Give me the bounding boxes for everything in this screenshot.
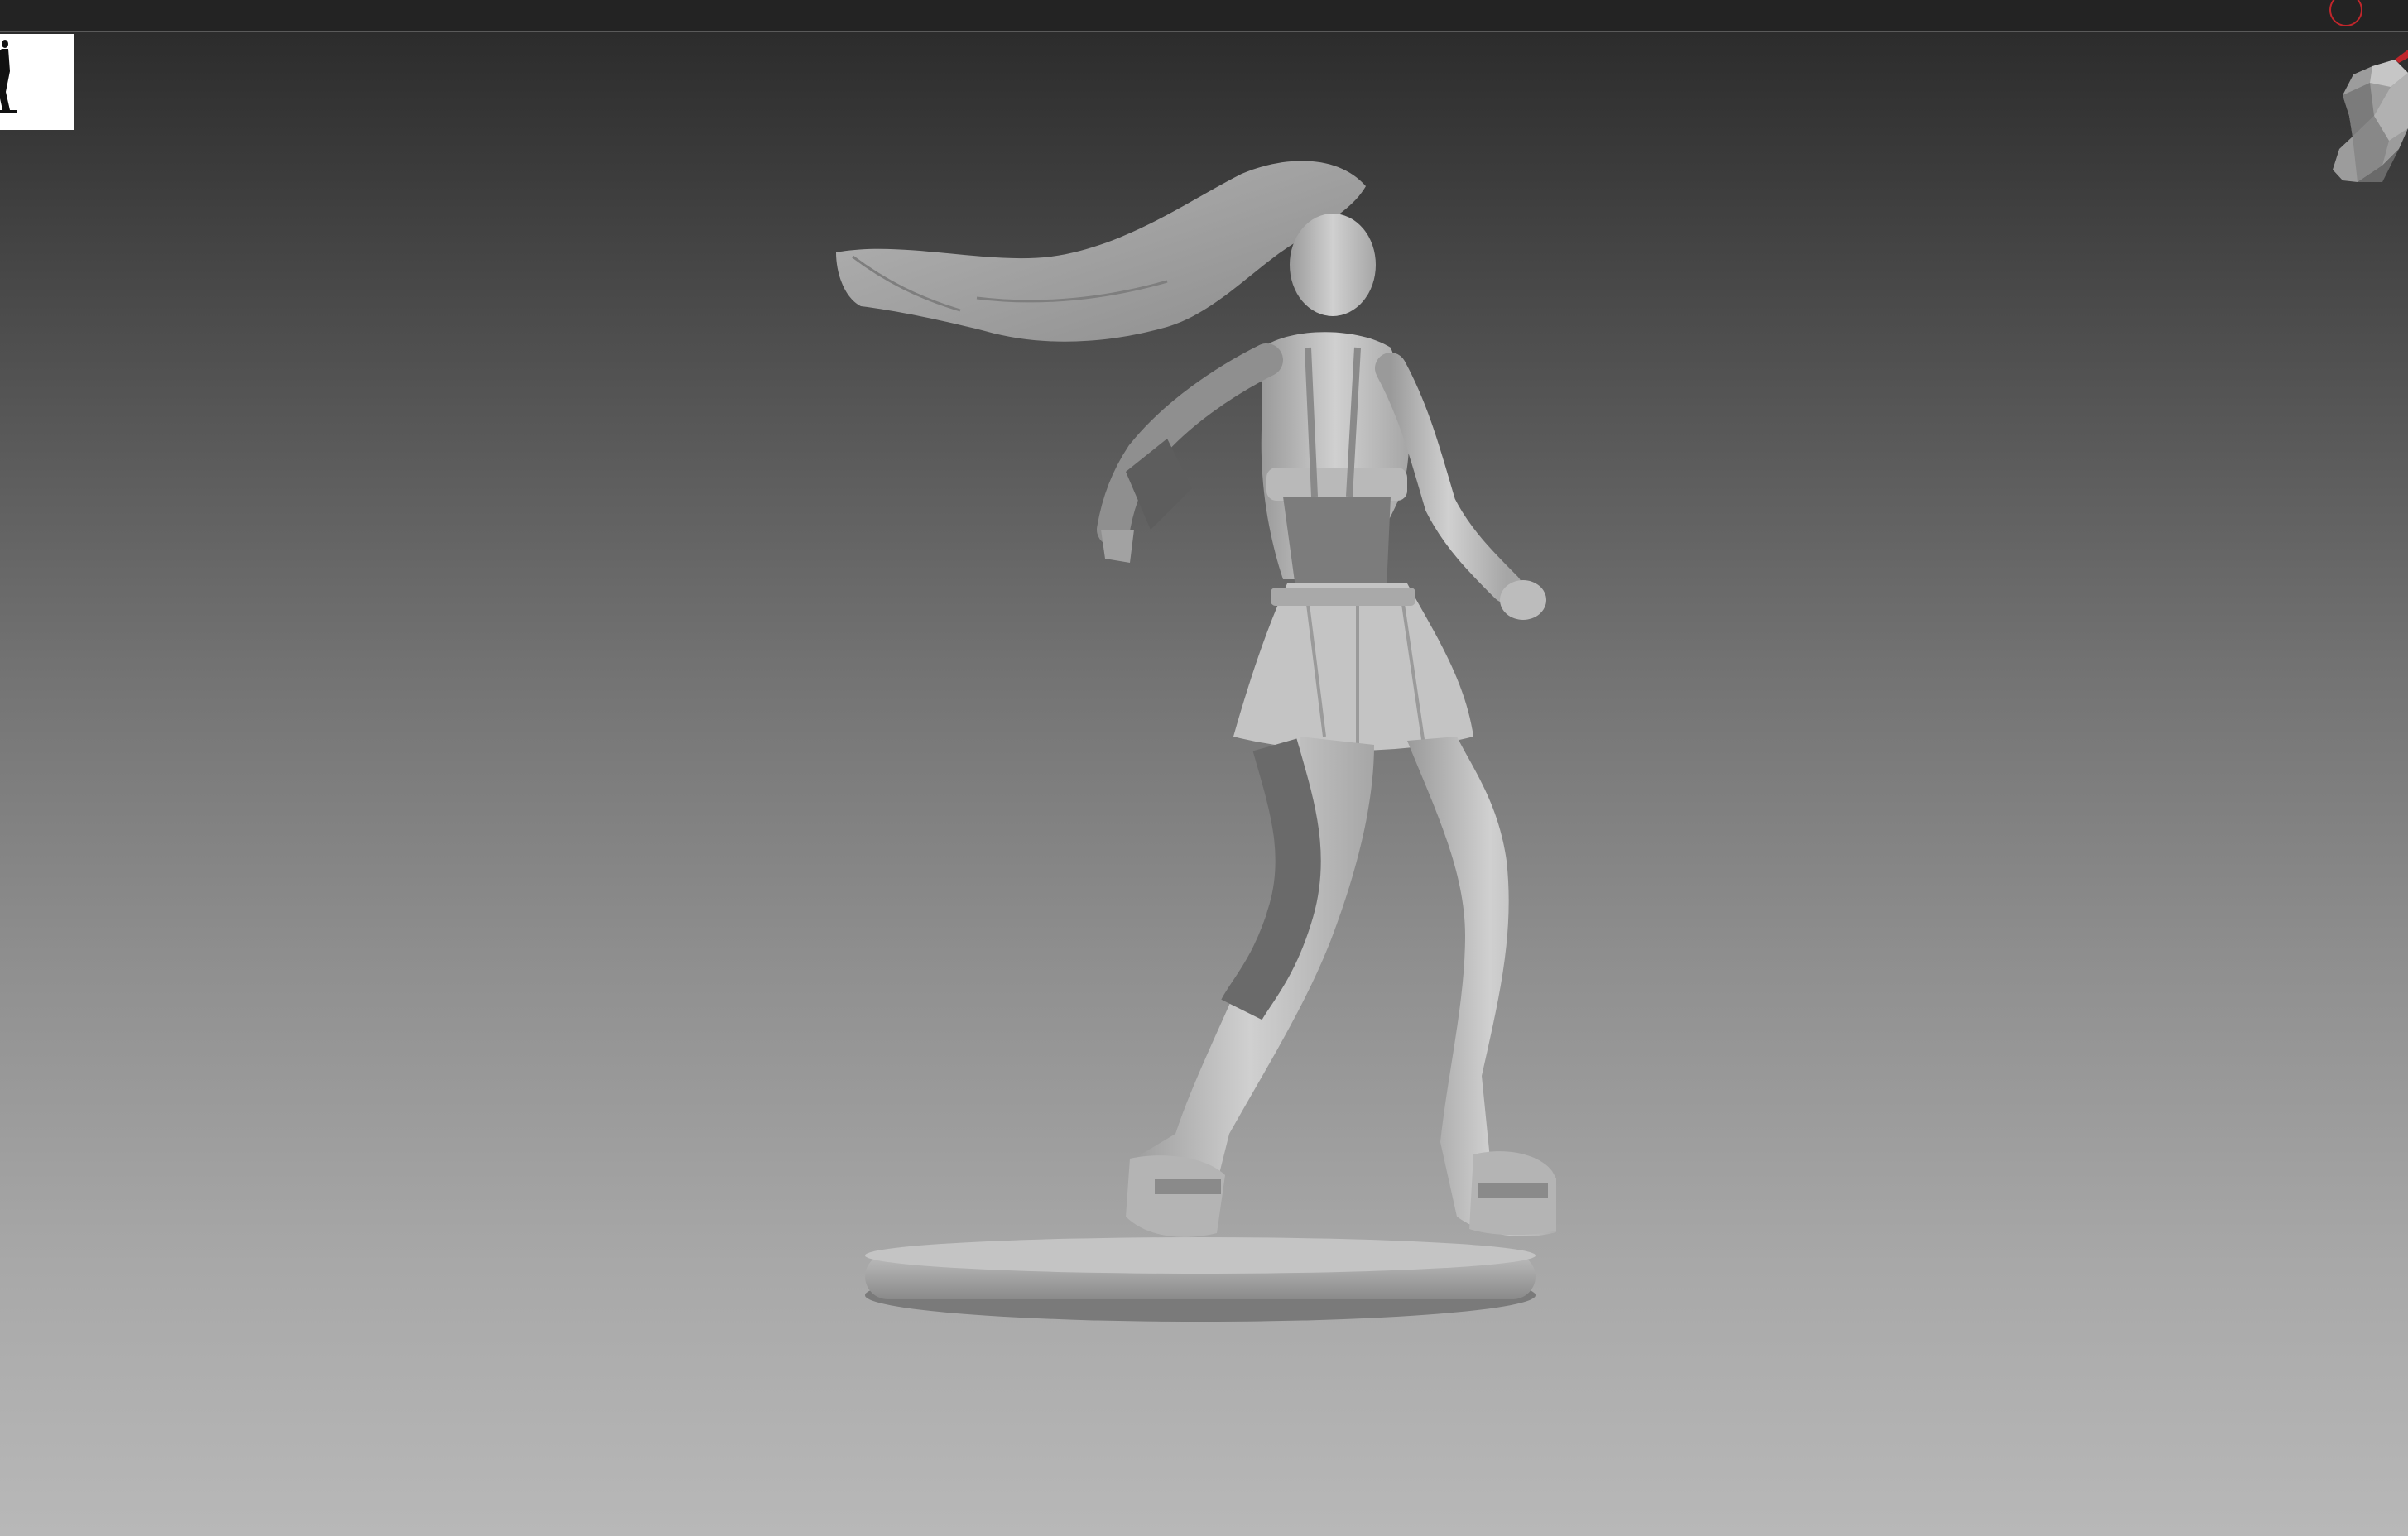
model-thumbnail-icon[interactable] xyxy=(0,34,74,130)
head-navigation-cube-icon[interactable] xyxy=(2324,50,2408,194)
sculpted-figure-model[interactable] xyxy=(778,141,1556,1332)
top-toolbar-strip xyxy=(0,0,2408,32)
record-circle-icon[interactable] xyxy=(2324,0,2367,28)
3d-viewport[interactable] xyxy=(0,32,2408,1536)
sculpt-app xyxy=(0,0,2408,1536)
